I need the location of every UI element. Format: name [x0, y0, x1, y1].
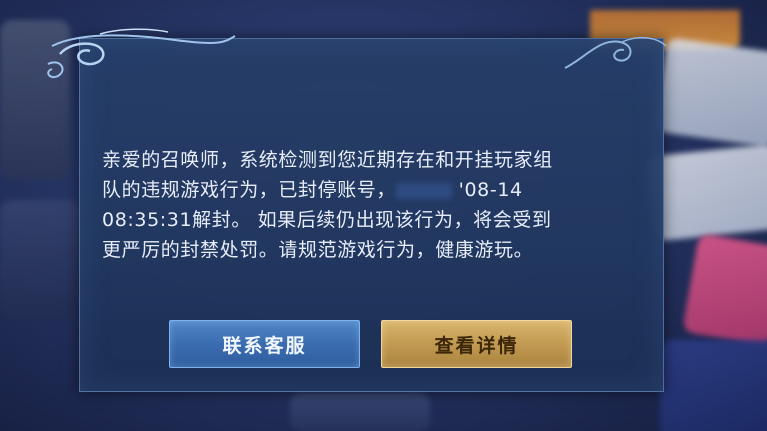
message-line: 队的违规游戏行为，已封停账号， [102, 179, 397, 201]
background-tile [645, 143, 767, 242]
ban-message: 亲爱的召唤师，系统检测到您近期存在和开挂玩家组 队的违规游戏行为，已封停账号， … [102, 149, 553, 261]
corner-flourish-icon [564, 36, 667, 69]
message-line: 亲爱的召唤师，系统检测到您近期存在和开挂玩家组 [102, 149, 553, 171]
background-tile [653, 37, 767, 148]
background-tile [290, 392, 430, 431]
unban-date: 08-14 [464, 179, 523, 201]
contact-support-label: 联系客服 [222, 334, 307, 357]
message-line: 更严厉的封禁处罚。请规范游戏行为，健康游玩。 [102, 239, 534, 261]
background-tile [0, 200, 80, 320]
message-line: 08:35:31解封。 如果后续仍出现该行为，将会受到 [102, 209, 552, 231]
cloud-swirl-icon [47, 28, 236, 79]
view-details-button[interactable]: 查看详情 [381, 320, 572, 368]
view-details-label: 查看详情 [434, 334, 519, 357]
redacted-account-id [396, 182, 453, 199]
background-tile [682, 232, 767, 348]
contact-support-button[interactable]: 联系客服 [169, 320, 360, 368]
game-screen: 亲爱的召唤师，系统检测到您近期存在和开挂玩家组 队的违规游戏行为，已封停账号， … [0, 0, 767, 431]
background-tile [660, 340, 767, 431]
